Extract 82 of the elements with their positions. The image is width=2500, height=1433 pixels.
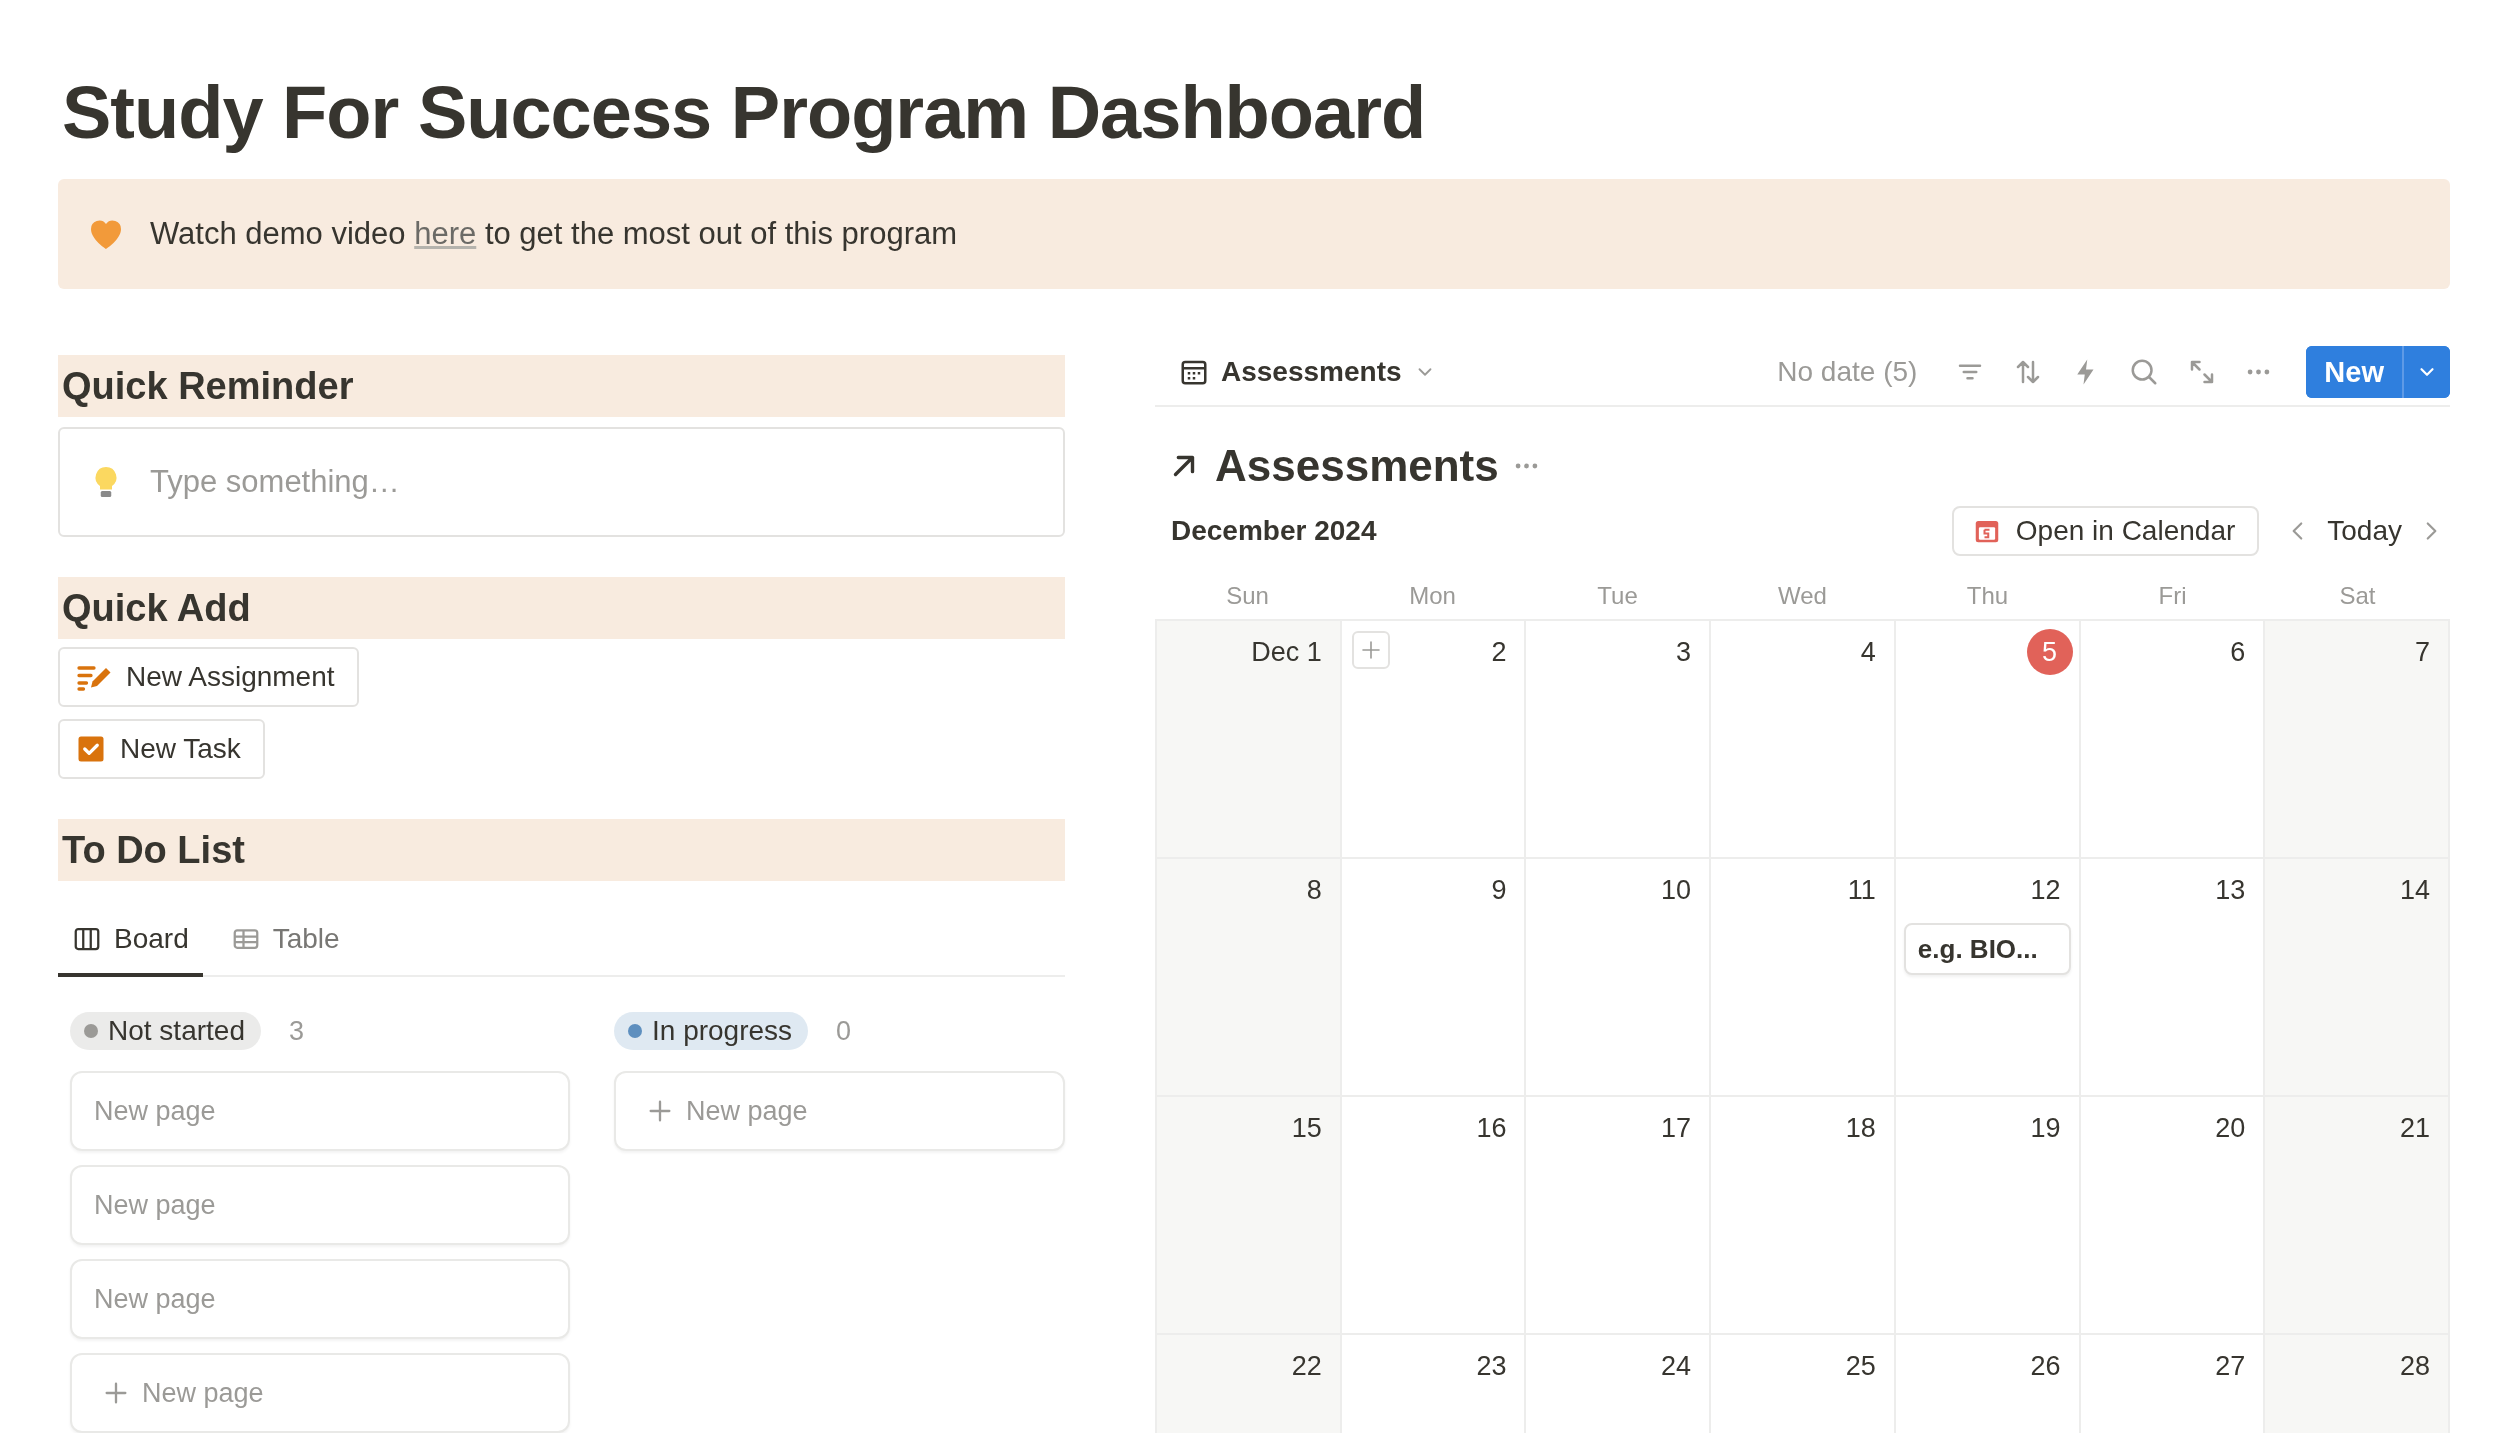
day-number: 20: [2215, 1112, 2246, 1144]
day-number: 2: [1491, 636, 1507, 668]
day-cell[interactable]: 10: [1526, 859, 1712, 1097]
weekday-label: Thu: [1965, 582, 2010, 610]
day-number: 15: [1291, 1112, 1322, 1144]
status-tag: In progress: [614, 1012, 809, 1050]
day-cell[interactable]: 21: [2265, 1097, 2450, 1335]
day-cell[interactable]: 15: [1157, 1097, 1342, 1335]
card-count: 3: [288, 1015, 304, 1047]
day-number: 6: [2230, 636, 2246, 668]
day-cell[interactable]: 7: [2265, 621, 2450, 859]
weekday-label: Tue: [1596, 582, 1639, 610]
day-cell[interactable]: 11: [1711, 859, 1896, 1097]
weekday-label: Fri: [2157, 582, 2188, 610]
day-number: 3: [1676, 636, 1692, 668]
day-cell[interactable]: 9: [1341, 859, 1527, 1097]
day-number: 14: [2399, 874, 2430, 906]
day-cell[interactable]: 16: [1341, 1097, 1527, 1335]
quick-add-button[interactable]: New Assignment: [58, 647, 359, 707]
status-tag: Not started: [70, 1012, 261, 1050]
section-heading: To Do List: [58, 819, 1065, 881]
day-number: 27: [2215, 1350, 2246, 1382]
today-button[interactable]: Today: [2317, 515, 2412, 547]
day-cell[interactable]: 14: [2265, 859, 2450, 1097]
day-number: 18: [1845, 1112, 1876, 1144]
quick-add-button[interactable]: New Task: [58, 719, 265, 779]
day-number: 22: [1291, 1350, 1322, 1382]
checkbox-icon: [76, 734, 106, 764]
day-cell[interactable]: 26: [1895, 1335, 2081, 1433]
day-number: 23: [1476, 1350, 1507, 1382]
calendar-event[interactable]: e.g. BIO...: [1903, 923, 2071, 975]
weekday-label: Mon: [1408, 582, 1457, 610]
day-number: 26: [2030, 1350, 2061, 1382]
view-selector[interactable]: Assessments: [1179, 356, 1436, 388]
day-cell[interactable]: 8: [1157, 859, 1342, 1097]
view-tab[interactable]: Board: [58, 909, 203, 977]
day-cell[interactable]: 23: [1341, 1335, 1527, 1433]
day-cell[interactable]: 22: [1157, 1335, 1342, 1433]
day-cell[interactable]: 25: [1711, 1335, 1896, 1433]
calendar-title: Assessments: [1215, 441, 1499, 491]
weekday-label: Wed: [1777, 582, 1828, 610]
day-number: 4: [1860, 636, 1876, 668]
callout-text: Watch demo video here to get the most out of this program: [150, 216, 958, 252]
open-calendar-button[interactable]: Open in Calendar: [1951, 506, 2260, 556]
day-cell[interactable]: 3: [1526, 621, 1712, 859]
month-label: December 2024: [1171, 515, 1377, 547]
day-number: Dec 1: [1251, 636, 1322, 668]
day-number: 13: [2215, 874, 2246, 906]
day-number: 5: [2026, 629, 2073, 675]
day-cell[interactable]: 12 e.g. BIO...: [1895, 859, 2081, 1097]
day-cell[interactable]: 18: [1711, 1097, 1896, 1335]
day-number: 7: [2414, 636, 2430, 668]
day-number: 10: [1661, 874, 1692, 906]
demo-link[interactable]: here: [414, 216, 477, 251]
day-number: 21: [2399, 1112, 2430, 1144]
day-cell[interactable]: 17: [1526, 1097, 1712, 1335]
new-dropdown-button[interactable]: [2402, 346, 2450, 398]
view-tab[interactable]: Table: [216, 909, 354, 977]
day-number: 8: [1306, 874, 1322, 906]
page-title: Study For Success Program Dashboard: [62, 70, 1427, 155]
card-count: 0: [836, 1015, 852, 1047]
day-number: 9: [1491, 874, 1507, 906]
day-number: 11: [1847, 874, 1876, 906]
day-cell[interactable]: 28: [2265, 1335, 2450, 1433]
section-heading: Quick Reminder: [58, 355, 1065, 417]
weekday-label: Sat: [2338, 582, 2377, 610]
day-cell[interactable]: 4: [1711, 621, 1896, 859]
day-cell[interactable]: 24: [1526, 1335, 1712, 1433]
day-number: 17: [1661, 1112, 1692, 1144]
day-number: 19: [2030, 1112, 2061, 1144]
day-cell[interactable]: 2: [1341, 621, 1527, 859]
day-number: 16: [1476, 1112, 1507, 1144]
weekday-label: Sun: [1225, 582, 1270, 610]
reminder-field[interactable]: Type something…: [58, 427, 1065, 537]
day-number: 12: [2030, 874, 2061, 906]
add-event-button[interactable]: [1351, 631, 1390, 669]
section-heading: Quick Add: [58, 577, 1065, 639]
day-cell[interactable]: 19: [1895, 1097, 2081, 1335]
day-cell[interactable]: Dec 1: [1157, 621, 1342, 859]
day-number: 24: [1661, 1350, 1692, 1382]
day-number: 25: [1845, 1350, 1876, 1382]
day-number: 28: [2399, 1350, 2430, 1382]
